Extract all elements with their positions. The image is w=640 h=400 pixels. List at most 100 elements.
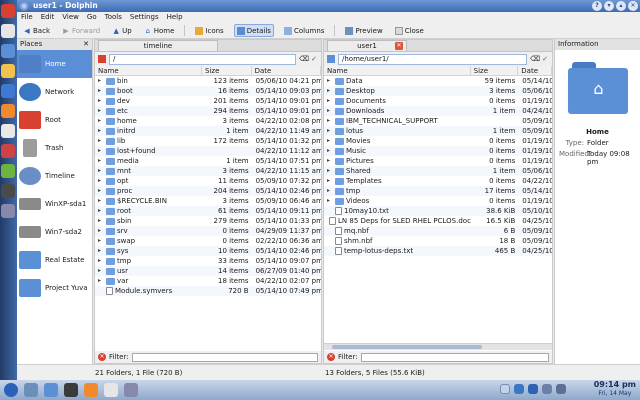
go-icon[interactable]: ✓	[310, 55, 318, 63]
firefox-task-icon[interactable]	[84, 383, 98, 397]
location-input[interactable]: /home/user1/	[338, 53, 527, 65]
expand-arrow-icon[interactable]: ▸	[98, 216, 104, 226]
folder-row[interactable]: ▸ $RECYCLE.BIN 3 items 05/09/10 06:46 am	[95, 196, 321, 206]
folder-row[interactable]: ▸ Music 0 items 01/19/10	[324, 146, 552, 156]
scrollbar-thumb[interactable]	[332, 345, 482, 349]
expand-arrow-icon[interactable]: ▸	[98, 186, 104, 196]
expand-arrow-icon[interactable]: ▸	[98, 246, 104, 256]
folder-row[interactable]: ▸ Movies 0 items 01/19/10	[324, 136, 552, 146]
clear-filter-icon[interactable]: ✕	[98, 353, 106, 361]
tab-timeline[interactable]: timeline	[98, 40, 218, 51]
place-root[interactable]: Root	[17, 106, 92, 134]
menu-help[interactable]: Help	[167, 12, 183, 23]
folder-row[interactable]: ▸ sys 10 items 05/14/10 02:46 pm	[95, 246, 321, 256]
document-task-icon[interactable]	[104, 383, 118, 397]
tools-icon[interactable]	[1, 24, 15, 38]
folder-row[interactable]: ▸ initrd 1 item 04/22/10 11:49 am	[95, 126, 321, 136]
menu-file[interactable]: File	[21, 12, 33, 23]
menu-view[interactable]: View	[62, 12, 79, 23]
icons-view-button[interactable]: Icons	[193, 24, 225, 37]
file-row[interactable]: Module.symvers 720 B 05/14/10 07:49 pm	[95, 286, 321, 296]
expand-arrow-icon[interactable]: ▸	[98, 96, 104, 106]
folder-row[interactable]: ▸ proc 204 items 05/14/10 02:46 pm	[95, 186, 321, 196]
folder-row[interactable]: ▸ var 18 items 04/22/10 02:07 pm	[95, 276, 321, 286]
expand-arrow-icon[interactable]: ▸	[98, 206, 104, 216]
location-input[interactable]: /	[109, 53, 296, 65]
folder-row[interactable]: ▸ sbin 279 items 05/14/10 01:33 pm	[95, 216, 321, 226]
help-icon[interactable]: ?	[592, 1, 602, 11]
expand-arrow-icon[interactable]: ▸	[327, 106, 333, 116]
terminal-icon[interactable]	[1, 184, 15, 198]
expand-arrow-icon[interactable]: ▸	[327, 156, 333, 166]
bluetooth-tray-icon[interactable]	[528, 384, 538, 394]
clear-location-icon[interactable]: ⌫	[299, 55, 309, 63]
expand-arrow-icon[interactable]: ▸	[327, 136, 333, 146]
expand-arrow-icon[interactable]: ▸	[98, 256, 104, 266]
expand-arrow-icon[interactable]: ▸	[98, 116, 104, 126]
file-row[interactable]: mq.nbf 6 B 05/09/10	[324, 226, 552, 236]
horizontal-scrollbar[interactable]	[324, 343, 552, 350]
clear-filter-icon[interactable]: ✕	[327, 353, 335, 361]
app-launcher-icon[interactable]	[1, 4, 15, 18]
folder-row[interactable]: ▸ opt 11 items 05/09/10 07:32 pm	[95, 176, 321, 186]
media-icon[interactable]	[1, 144, 15, 158]
expand-arrow-icon[interactable]: ▸	[98, 106, 104, 116]
terminal-task-icon[interactable]	[64, 383, 78, 397]
place-win7-sda2[interactable]: Win7-sda2	[17, 218, 92, 246]
folder-row[interactable]: ▸ bin 123 items 05/06/10 04:21 pm	[95, 76, 321, 86]
forward-button[interactable]: ▶ Forward	[60, 24, 102, 37]
volume-icon[interactable]	[542, 384, 552, 394]
expand-arrow-icon[interactable]: ▸	[98, 276, 104, 286]
expand-arrow-icon[interactable]: ▸	[98, 126, 104, 136]
folder-row[interactable]: ▸ lib 172 items 05/14/10 01:32 pm	[95, 136, 321, 146]
folder-row[interactable]: ▸ Desktop 3 items 05/06/10	[324, 86, 552, 96]
expand-arrow-icon[interactable]: ▸	[327, 96, 333, 106]
expand-arrow-icon[interactable]: ▸	[98, 166, 104, 176]
folder-row[interactable]: ▸ mnt 3 items 04/22/10 11:15 am	[95, 166, 321, 176]
preview-button[interactable]: Preview	[343, 24, 384, 37]
pc-menu-icon[interactable]	[4, 383, 18, 397]
maximize-icon[interactable]: ▴	[616, 1, 626, 11]
up-button[interactable]: ▲ Up	[110, 24, 134, 37]
size-column-header[interactable]: Size	[471, 66, 519, 75]
minimize-icon[interactable]: ▾	[604, 1, 614, 11]
size-column-header[interactable]: Size	[202, 66, 252, 75]
place-trash[interactable]: Trash	[17, 134, 92, 162]
expand-arrow-icon[interactable]: ▸	[327, 146, 333, 156]
clipboard-icon[interactable]	[500, 384, 510, 394]
document-icon[interactable]	[1, 124, 15, 138]
folder-row[interactable]: ▸ Pictures 0 items 01/19/10	[324, 156, 552, 166]
place-winxp-sda1[interactable]: WinXP-sda1	[17, 190, 92, 218]
folder-row[interactable]: ▸ root 61 items 05/14/10 09:11 pm	[95, 206, 321, 216]
folder-row[interactable]: ▸ media 1 item 05/14/10 07:51 pm	[95, 156, 321, 166]
firefox-icon[interactable]	[1, 104, 15, 118]
name-column-header[interactable]: Name	[324, 66, 471, 75]
folder-row[interactable]: ▸ Shared 1 item 05/06/10	[324, 166, 552, 176]
clock[interactable]: 09:14 pm Fri, 14 May	[594, 380, 636, 400]
expand-arrow-icon[interactable]: ▸	[98, 146, 104, 156]
menu-edit[interactable]: Edit	[41, 12, 55, 23]
close-tab-icon[interactable]: ✕	[395, 42, 403, 50]
folder-row[interactable]: ▸ lost+found 04/22/10 11:12 am	[95, 146, 321, 156]
go-icon[interactable]: ✓	[541, 55, 549, 63]
place-real-estate[interactable]: Real Estate	[17, 246, 92, 274]
filter-input[interactable]	[131, 352, 318, 362]
expand-arrow-icon[interactable]: ▸	[98, 86, 104, 96]
date-column-header[interactable]: Date	[252, 66, 321, 75]
folder-row[interactable]: ▸ dev 201 items 05/14/10 09:01 pm	[95, 96, 321, 106]
expand-arrow-icon[interactable]: ▸	[98, 196, 104, 206]
date-column-header[interactable]: Date	[518, 66, 552, 75]
expand-arrow-icon[interactable]: ▸	[98, 176, 104, 186]
expand-arrow-icon[interactable]: ▸	[327, 86, 333, 96]
home-button[interactable]: ⌂ Home	[142, 24, 177, 37]
close-window-icon[interactable]: ✕	[628, 1, 638, 11]
expand-arrow-icon[interactable]: ▸	[98, 236, 104, 246]
expand-arrow-icon[interactable]: ▸	[327, 126, 333, 136]
menu-go[interactable]: Go	[87, 12, 97, 23]
folder-row[interactable]: ▸ home 3 items 04/22/10 02:08 pm	[95, 116, 321, 126]
name-column-header[interactable]: Name	[95, 66, 203, 75]
expand-arrow-icon[interactable]: ▸	[98, 136, 104, 146]
menu-settings[interactable]: Settings	[130, 12, 159, 23]
settings-icon[interactable]	[1, 204, 15, 218]
filter-input[interactable]	[360, 352, 549, 362]
